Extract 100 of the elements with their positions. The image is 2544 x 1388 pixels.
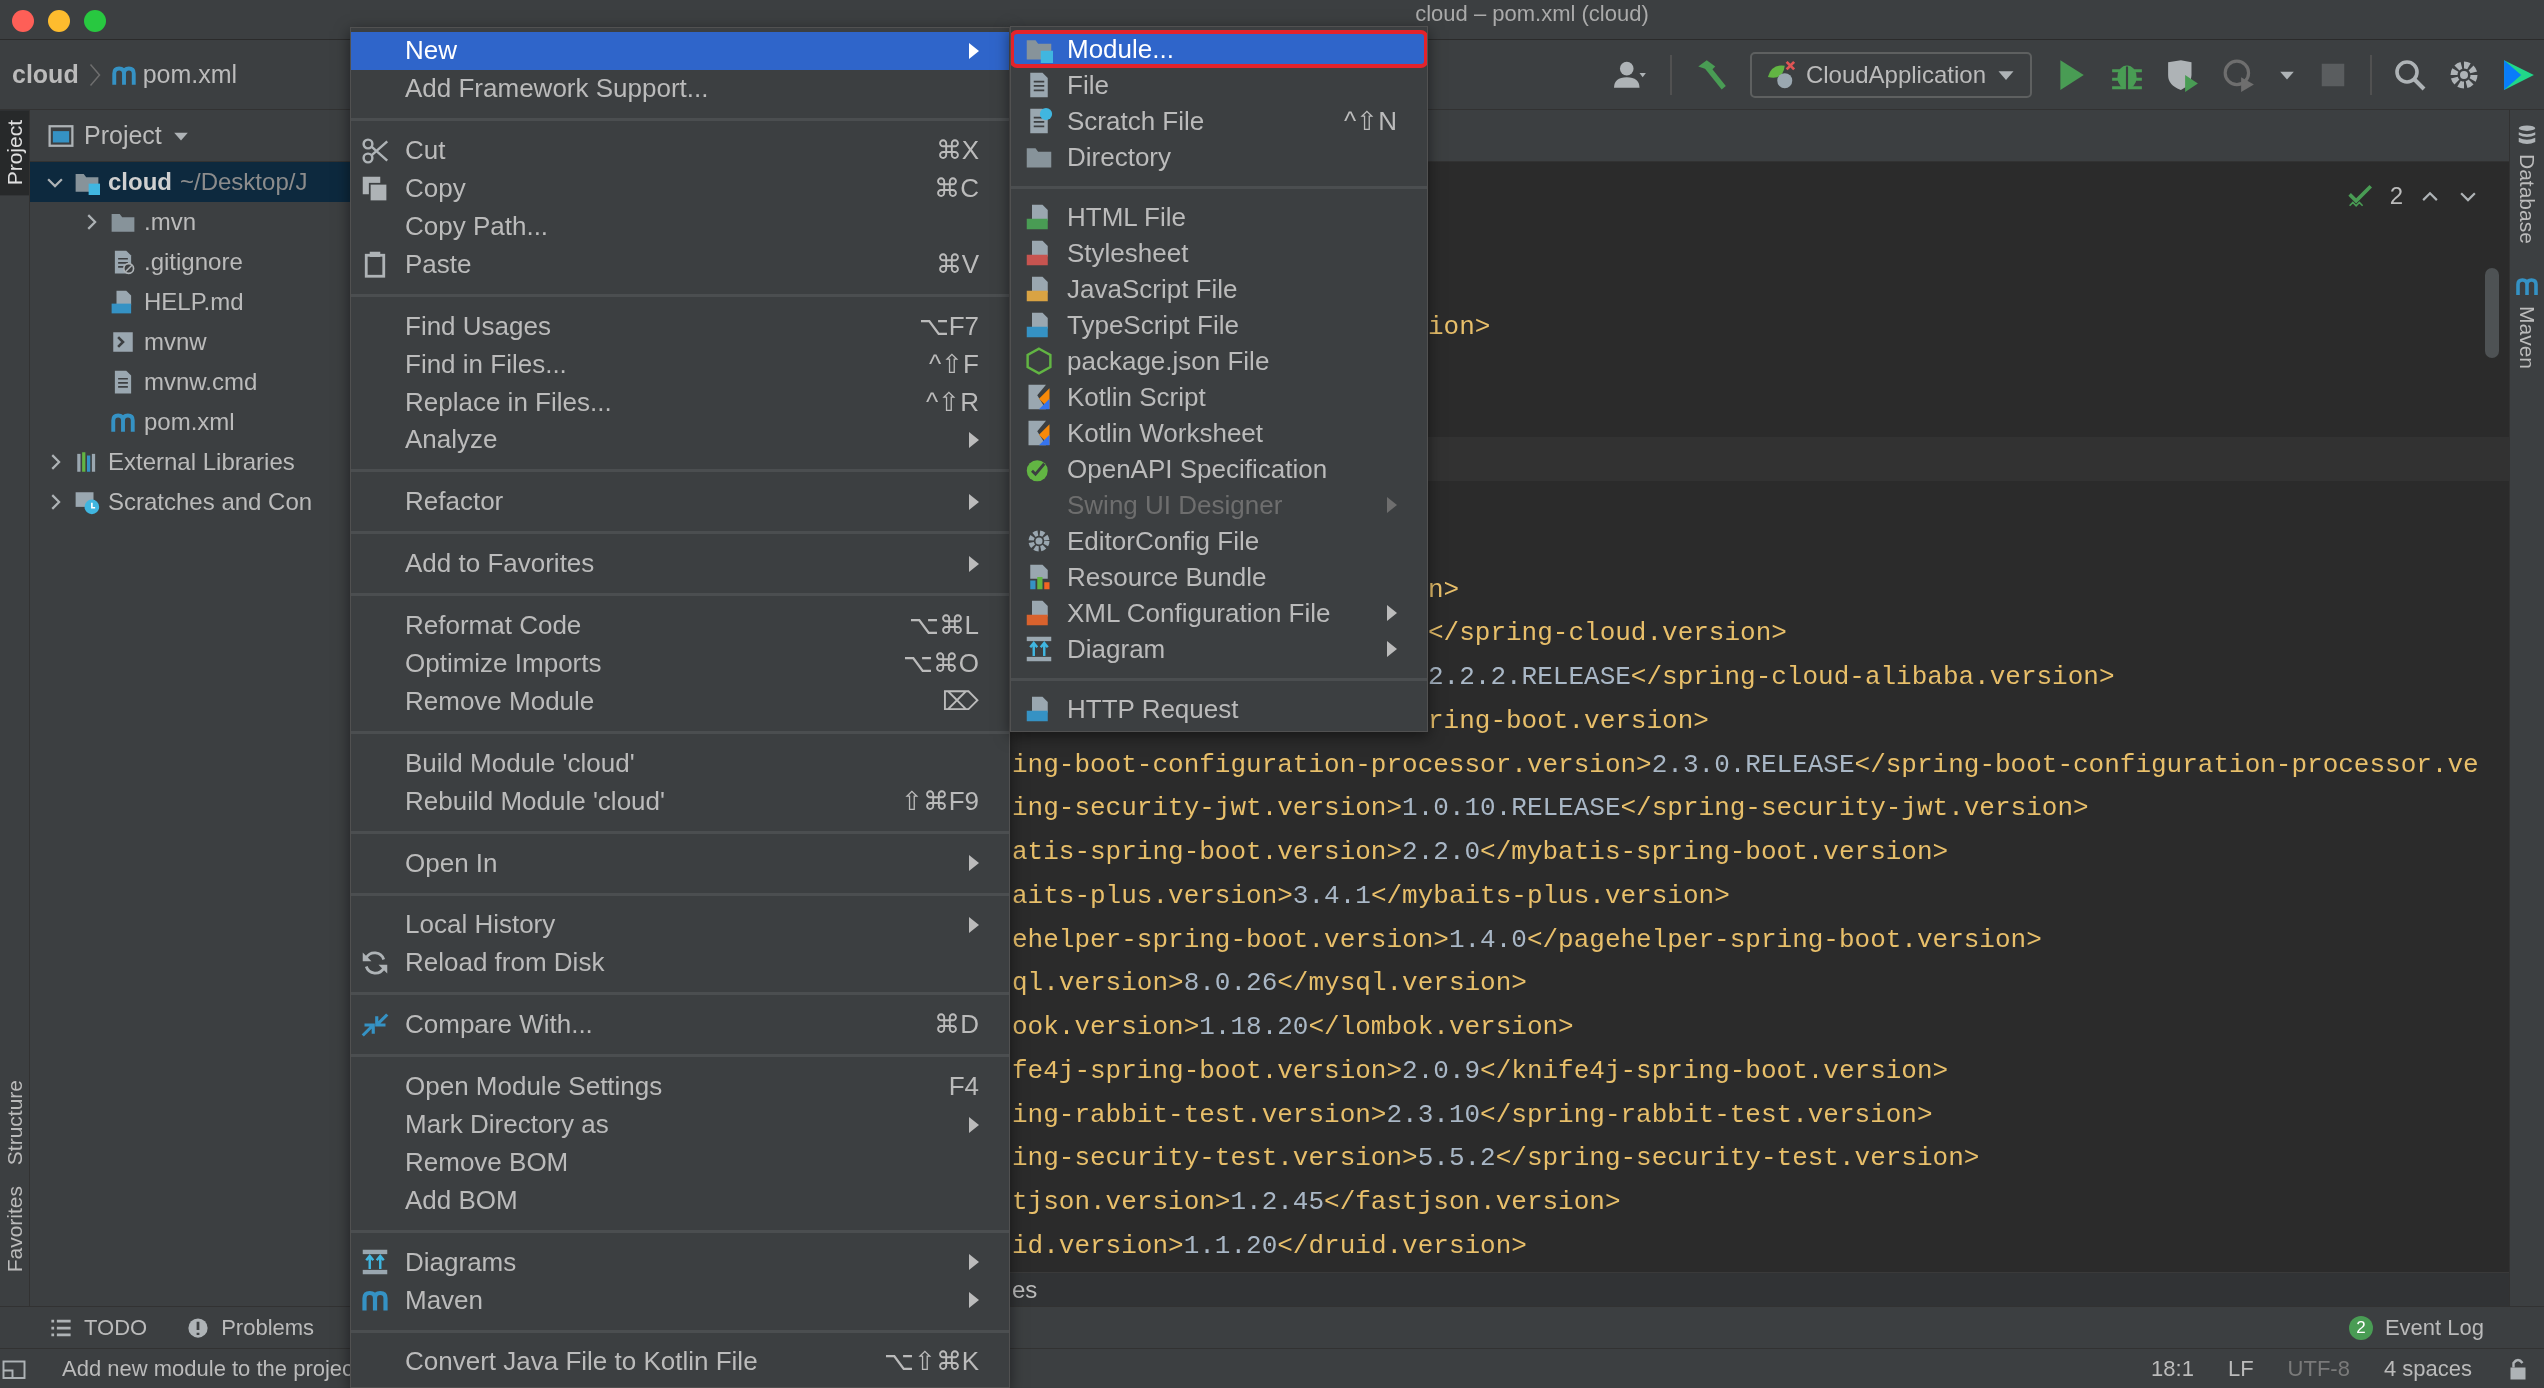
search-icon[interactable] <box>2394 58 2426 91</box>
menu-item[interactable]: Resource Bundle <box>1011 559 1427 595</box>
breadcrumb[interactable]: pom.xml <box>110 60 238 89</box>
menu-item[interactable]: Diagrams <box>351 1243 1009 1282</box>
editor-breadcrumb[interactable]: es <box>1012 1276 1038 1303</box>
code-text: ing-security-test.version> <box>1012 1142 1418 1176</box>
menu-item[interactable]: Add Framework Support... <box>351 69 1009 108</box>
code-text: </spring-cloud-alibaba.version> <box>1630 661 2115 694</box>
code-text: 2.3.0.RELEASE <box>1651 748 1855 782</box>
code-text: aits-plus.version> <box>1012 879 1293 913</box>
tool-window-tab[interactable]: Project <box>0 110 29 196</box>
menu-item[interactable]: Diagram <box>1011 631 1427 667</box>
menu-item[interactable]: Analyze <box>351 421 1009 459</box>
indent-setting[interactable]: 4 spaces <box>2383 1355 2472 1382</box>
menu-item[interactable]: Remove Module ⌦ <box>351 682 1009 721</box>
code-text: 1.2.45 <box>1230 1186 1325 1219</box>
menu-item[interactable]: Module... <box>1011 31 1427 67</box>
menu-item[interactable]: Optimize Imports ⌥⌘O <box>351 644 1009 683</box>
menu-item[interactable]: New <box>351 32 1009 70</box>
database-icon <box>2516 124 2538 146</box>
menu-item[interactable]: Reformat Code ⌥⌘L <box>351 606 1009 645</box>
code-text: tjson.version> <box>1012 1186 1231 1219</box>
menu-item[interactable]: Directory <box>1011 139 1427 175</box>
event-log-tab[interactable]: 2 Event Log <box>2348 1314 2484 1341</box>
tree-item[interactable]: .gitignore <box>30 242 350 282</box>
menu-item[interactable]: Compare With... ⌘D <box>351 1005 1009 1044</box>
terminal-file-icon <box>110 329 136 355</box>
tool-window-tab[interactable]: Favorites <box>0 1175 29 1282</box>
code-text: ook.version> <box>1012 1011 1200 1044</box>
tool-window-tab[interactable]: Maven <box>2515 273 2539 369</box>
shield-run-icon[interactable] <box>2166 57 2200 92</box>
menu-item[interactable]: Rebuild Module 'cloud' ⇧⌘F9 <box>351 782 1009 821</box>
menu-item[interactable]: Find Usages ⌥F7 <box>351 307 1009 346</box>
menu-item[interactable]: Copy ⌘C <box>351 169 1009 208</box>
menu-item[interactable]: Find in Files... ^⇧F <box>351 345 1009 384</box>
scratches-icon <box>74 489 100 515</box>
menu-item[interactable]: Remove BOM <box>351 1143 1009 1182</box>
tree-item[interactable]: External Libraries <box>30 442 350 482</box>
panel-title[interactable]: Project <box>84 121 162 150</box>
tree-item-label: mvnw.cmd <box>144 368 258 396</box>
caret-position[interactable]: 18:1 <box>2151 1355 2194 1382</box>
tree-item[interactable]: pom.xml <box>30 402 350 442</box>
run-configuration-dropdown[interactable]: CloudApplication <box>1749 51 2032 98</box>
tool-window-tab[interactable]: Problems <box>187 1314 315 1341</box>
tree-item-label: pom.xml <box>144 408 235 436</box>
project-view-icon <box>48 122 74 149</box>
tree-item[interactable]: cloud ~/Desktop/J <box>30 162 350 202</box>
menu-item[interactable]: Build Module 'cloud' <box>351 744 1009 783</box>
maximize-window-button[interactable] <box>84 10 106 32</box>
tree-item[interactable]: mvnw.cmd <box>30 362 350 402</box>
code-text: </lombok.version> <box>1308 1011 1574 1044</box>
tree-item[interactable]: HELP.md <box>30 282 350 322</box>
inspection-count[interactable]: 2 <box>2389 182 2403 210</box>
tool-window-tab[interactable]: Structure <box>0 1070 29 1176</box>
code-text: 2.3.10 <box>1386 1098 1481 1132</box>
inspection-check-icon <box>2347 183 2374 209</box>
window-title: cloud – pom.xml (cloud) <box>1414 1 1649 27</box>
menu-item[interactable]: Mark Directory as <box>351 1105 1009 1144</box>
menu-item[interactable]: Scratch File ^⇧N <box>1011 103 1427 139</box>
code-text: id.version> <box>1012 1229 1184 1263</box>
menu-item[interactable]: Cut ⌘X <box>351 131 1009 170</box>
menu-item[interactable]: Reload from Disk <box>351 943 1009 982</box>
minimize-window-button[interactable] <box>48 10 70 32</box>
menu-item[interactable]: JavaScript File <box>1011 271 1427 307</box>
menu-item[interactable]: HTTP Request <box>1011 691 1427 727</box>
tool-window-tab[interactable]: TODO <box>50 1314 148 1341</box>
menu-item[interactable]: Add BOM <box>351 1181 1009 1220</box>
close-window-button[interactable] <box>12 10 34 32</box>
menu-item[interactable]: Convert Java File to Kotlin File ⌥⇧⌘K <box>351 1343 1009 1381</box>
line-separator[interactable]: LF <box>2227 1355 2254 1382</box>
menu-item[interactable]: TypeScript File <box>1011 307 1427 343</box>
menu-item[interactable]: Open In <box>351 844 1009 883</box>
tree-item-label: Scratches and Con <box>108 488 313 516</box>
menu-item[interactable]: Maven <box>351 1281 1009 1320</box>
menu-item[interactable]: XML Configuration File <box>1011 595 1427 631</box>
tool-window-tab[interactable]: Database <box>2515 124 2539 244</box>
tree-item[interactable]: Scratches and Con <box>30 482 350 522</box>
menu-item[interactable]: Kotlin Worksheet <box>1011 415 1427 451</box>
code-text: ring-boot.version> <box>1428 704 1709 738</box>
tree-item[interactable]: mvnw <box>30 322 350 362</box>
menu-item[interactable]: File <box>1011 67 1427 103</box>
menu-item[interactable]: Stylesheet <box>1011 235 1427 271</box>
diagram-icon <box>1025 635 1053 663</box>
menu-item[interactable]: Replace in Files... ^⇧R <box>351 383 1009 421</box>
menu-item[interactable]: OpenAPI Specification <box>1011 451 1427 487</box>
menu-item[interactable]: package.json File <box>1011 343 1427 379</box>
breadcrumb[interactable]: cloud <box>12 60 79 89</box>
menu-item[interactable]: Local History <box>351 906 1009 944</box>
menu-item[interactable]: Add to Favorites <box>351 544 1009 583</box>
code-text: 3.4.1 <box>1292 879 1371 913</box>
menu-item[interactable]: EditorConfig File <box>1011 523 1427 559</box>
tree-item[interactable]: .mvn <box>30 202 350 242</box>
menu-item[interactable]: Kotlin Script <box>1011 379 1427 415</box>
menu-item[interactable]: Open Module Settings F4 <box>351 1067 1009 1106</box>
menu-item[interactable]: Refactor <box>351 482 1009 521</box>
scrollbar-thumb[interactable] <box>2485 268 2499 358</box>
menu-item[interactable]: Paste ⌘V <box>351 245 1009 284</box>
logo-icon[interactable] <box>2502 57 2536 92</box>
menu-item[interactable]: Copy Path... <box>351 207 1009 246</box>
menu-item[interactable]: HTML File <box>1011 199 1427 235</box>
